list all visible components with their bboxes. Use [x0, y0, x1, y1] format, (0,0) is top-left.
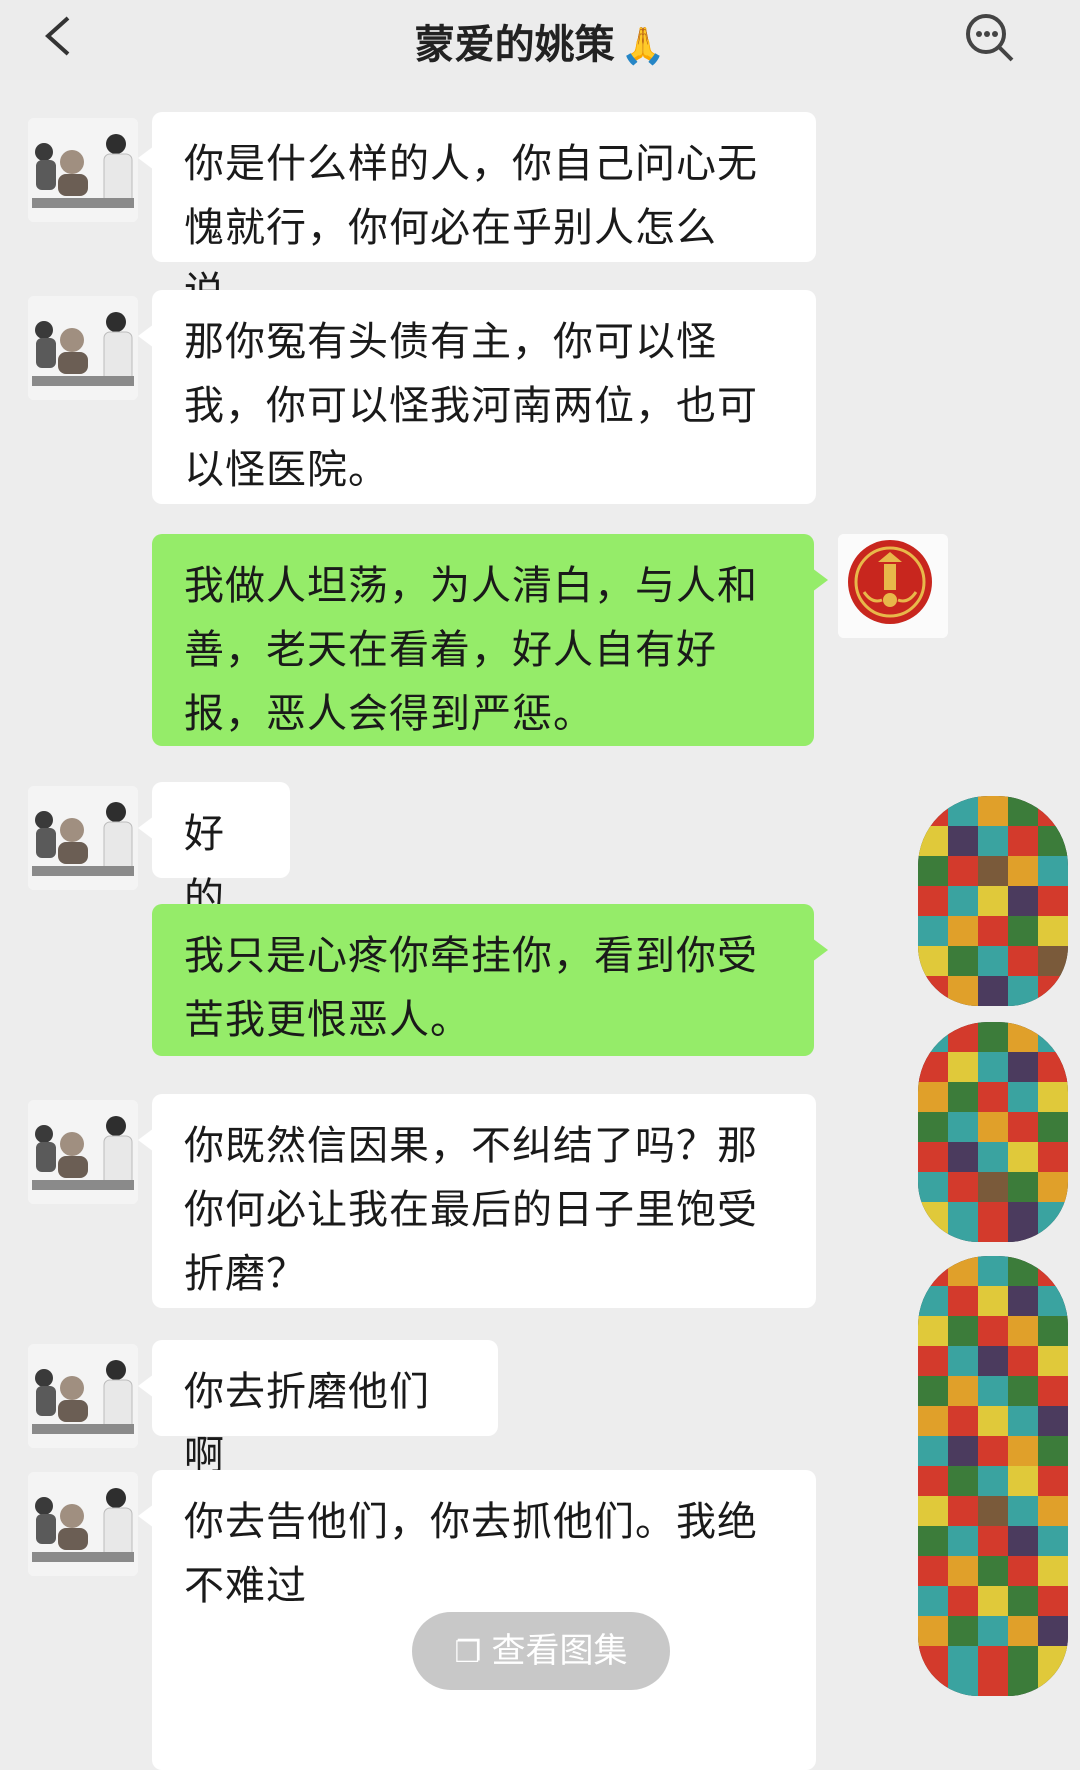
contact-avatar[interactable] [28, 786, 138, 890]
message-bubble-outgoing[interactable]: 我只是心疼你牵挂你，看到你受苦我更恨恶人。 [152, 904, 828, 1056]
contact-avatar[interactable] [28, 1472, 138, 1576]
message-text: 你是什么样的人，你自己问心无愧就行，你何必在乎别人怎么说。 [184, 141, 758, 315]
contact-avatar[interactable] [28, 118, 138, 222]
message-text: 那你冤有头债有主，你可以怪我，你可以怪我河南两位，也可以怪医院。 [184, 319, 758, 493]
message-bubble-incoming[interactable]: 那你冤有头债有主，你可以怪我，你可以怪我河南两位，也可以怪医院。 [138, 290, 816, 504]
message-text: 你去折磨他们啊 [184, 1369, 430, 1479]
message-text: 我做人坦荡，为人清白，与人和善，老天在看着，好人自有好报，恶人会得到严惩。 [184, 563, 758, 737]
view-gallery-label: 查看图集 [491, 1631, 628, 1671]
message-bubble-incoming[interactable]: 你去折磨他们啊 [138, 1340, 498, 1479]
message-bubble-incoming[interactable]: 好的 [138, 782, 290, 921]
message-bubble-outgoing[interactable]: 我做人坦荡，为人清白，与人和善，老天在看着，好人自有好报，恶人会得到严惩。 [152, 534, 828, 746]
message-text: 你去告他们，你去抓他们。我绝不难过 [184, 1499, 758, 1609]
redaction-mosaic [918, 1022, 1068, 1242]
contact-avatar[interactable] [28, 296, 138, 400]
chat-title: 蒙爱的姚策 🙏 [0, 12, 1080, 70]
search-more-icon[interactable] [960, 10, 1020, 66]
my-avatar[interactable] [838, 534, 948, 638]
redaction-mosaic [918, 1256, 1068, 1696]
pray-emoji-icon: 🙏 [620, 26, 666, 67]
chat-title-text: 蒙爱的姚策 [414, 22, 615, 68]
message-text: 你既然信因果，不纠结了吗？那你何必让我在最后的日子里饱受折磨？ [184, 1123, 758, 1297]
contact-avatar[interactable] [28, 1344, 138, 1448]
message-bubble-incoming[interactable]: 你既然信因果，不纠结了吗？那你何必让我在最后的日子里饱受折磨？ [138, 1094, 816, 1308]
gallery-icon: ❐ [454, 1635, 482, 1670]
redaction-mosaic [918, 796, 1068, 1006]
chat-header: 蒙爱的姚策 🙏 [0, 0, 1080, 80]
message-bubble-incoming[interactable]: 你是什么样的人，你自己问心无愧就行，你何必在乎别人怎么说。 [138, 112, 816, 315]
view-gallery-button[interactable]: ❐ 查看图集 [412, 1612, 670, 1690]
message-text: 我只是心疼你牵挂你，看到你受苦我更恨恶人。 [184, 933, 758, 1043]
contact-avatar[interactable] [28, 1100, 138, 1204]
